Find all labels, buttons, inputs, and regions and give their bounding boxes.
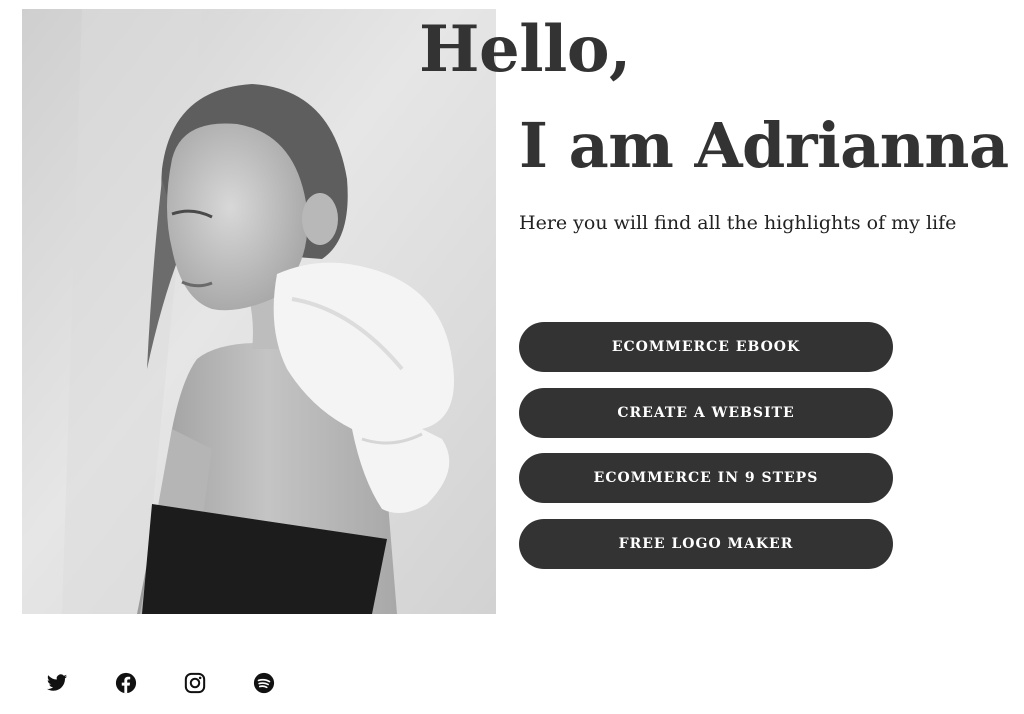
ecommerce-ebook-button[interactable]: ECOMMERCE EBOOK [519, 322, 893, 372]
social-links [45, 671, 321, 695]
ecommerce-steps-button[interactable]: ECOMMERCE IN 9 STEPS [519, 453, 893, 503]
link-buttons: ECOMMERCE EBOOK CREATE A WEBSITE ECOMMER… [519, 322, 893, 584]
profile-photo [22, 9, 496, 614]
facebook-icon[interactable] [114, 671, 138, 695]
instagram-icon[interactable] [183, 671, 207, 695]
name-heading: I am Adrianna [519, 109, 1009, 182]
create-website-button[interactable]: CREATE A WEBSITE [519, 387, 893, 438]
twitter-icon[interactable] [45, 671, 69, 695]
tagline: Here you will find all the highlights of… [519, 212, 957, 234]
free-logo-maker-button[interactable]: FREE LOGO MAKER [519, 518, 893, 569]
spotify-icon[interactable] [252, 671, 276, 695]
greeting-heading: Hello, [419, 12, 631, 87]
